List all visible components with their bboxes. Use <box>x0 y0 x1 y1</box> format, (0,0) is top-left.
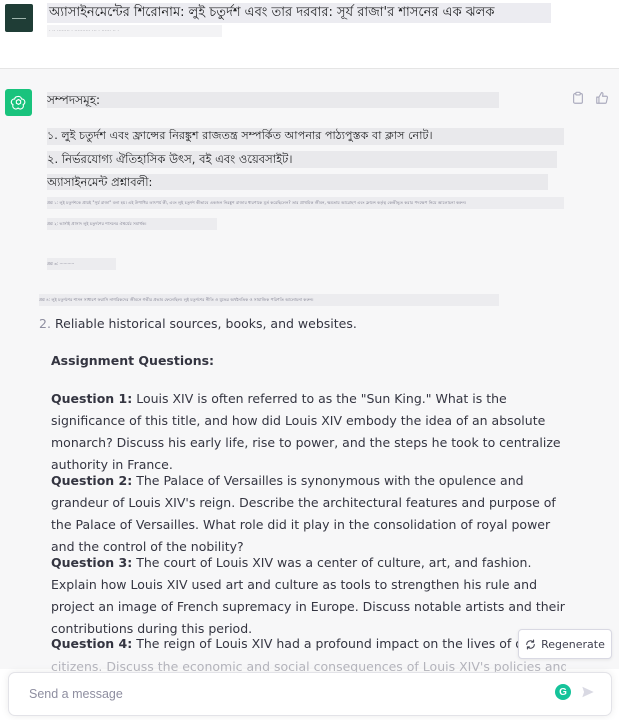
bn-question-1-tiny: প্রশ্ন ১: লুই চতুর্দশকে প্রায়ই "সূর্য র… <box>47 197 564 209</box>
message-input[interactable] <box>29 673 549 715</box>
list-item-number: 2. <box>39 316 51 331</box>
user-message-subtitle: · ·· ········ · ·········· ··· · ······ … <box>47 25 222 37</box>
list-item: 2. Reliable historical sources, books, a… <box>39 316 357 332</box>
user-message-title: অ্যাসাইনমেন্টের শিরোনাম: লুই চতুর্দশ এবং… <box>47 3 551 23</box>
question-label: Question 2: <box>51 473 133 488</box>
user-avatar-icon <box>5 4 33 32</box>
bn-question-2-tiny: প্রশ্ন ২: ভার্সাই প্রাসাদ লুই চতুর্দশের … <box>47 218 217 230</box>
user-message: অ্যাসাইনমেন্টের শিরোনাম: লুই চতুর্দশ এবং… <box>0 0 619 69</box>
openai-logo-icon <box>5 89 32 116</box>
question-label: Question 3: <box>51 555 133 570</box>
list-item-text: Reliable historical sources, books, and … <box>55 316 357 331</box>
message-composer <box>8 672 612 716</box>
question-3: Question 3: The court of Louis XIV was a… <box>51 552 566 640</box>
chat-page: অ্যাসাইনমেন্টের শিরোনাম: লুই চতুর্দশ এবং… <box>0 0 619 720</box>
question-1: Question 1: Louis XIV is often referred … <box>51 388 566 476</box>
clipboard-icon[interactable] <box>571 91 585 105</box>
question-label: Question 4: <box>51 636 133 651</box>
question-4: Question 4: The reign of Louis XIV had a… <box>51 633 521 655</box>
refresh-icon <box>526 639 535 649</box>
bn-question-3-tiny: প্রশ্ন ৩: ··········· <box>47 258 116 270</box>
bn-questions-heading: অ্যাসাইনমেন্ট প্রশ্নাবলী: <box>47 174 548 190</box>
bn-resource-2: ২. নির্ভরযোগ্য ঐতিহাসিক উৎস, বই এবং ওয়ে… <box>47 151 557 168</box>
thumbs-up-icon[interactable] <box>595 91 609 105</box>
question-label: Question 1: <box>51 391 133 406</box>
assignment-questions-heading: Assignment Questions: <box>51 353 215 368</box>
bn-resource-1: ১. লুই চতুর্দশ এবং ফ্রান্সের নিরঙ্কুশ রা… <box>47 128 564 145</box>
regenerate-button[interactable]: Regenerate <box>518 629 612 659</box>
bn-resources-heading: সম্পদসমূহ: <box>47 92 499 108</box>
message-actions <box>571 91 609 105</box>
bn-question-4-tiny: প্রশ্ন ৪: লুই চতুর্দশের শাসন সাধারণ ফরাস… <box>39 294 499 306</box>
regenerate-label: Regenerate <box>541 637 605 651</box>
grammarly-icon[interactable]: G <box>555 684 571 700</box>
send-button[interactable] <box>580 684 596 700</box>
send-arrow-icon <box>582 686 594 698</box>
question-text: The reign of Louis XIV had a profound im… <box>136 636 521 651</box>
question-2: Question 2: The Palace of Versailles is … <box>51 470 566 558</box>
